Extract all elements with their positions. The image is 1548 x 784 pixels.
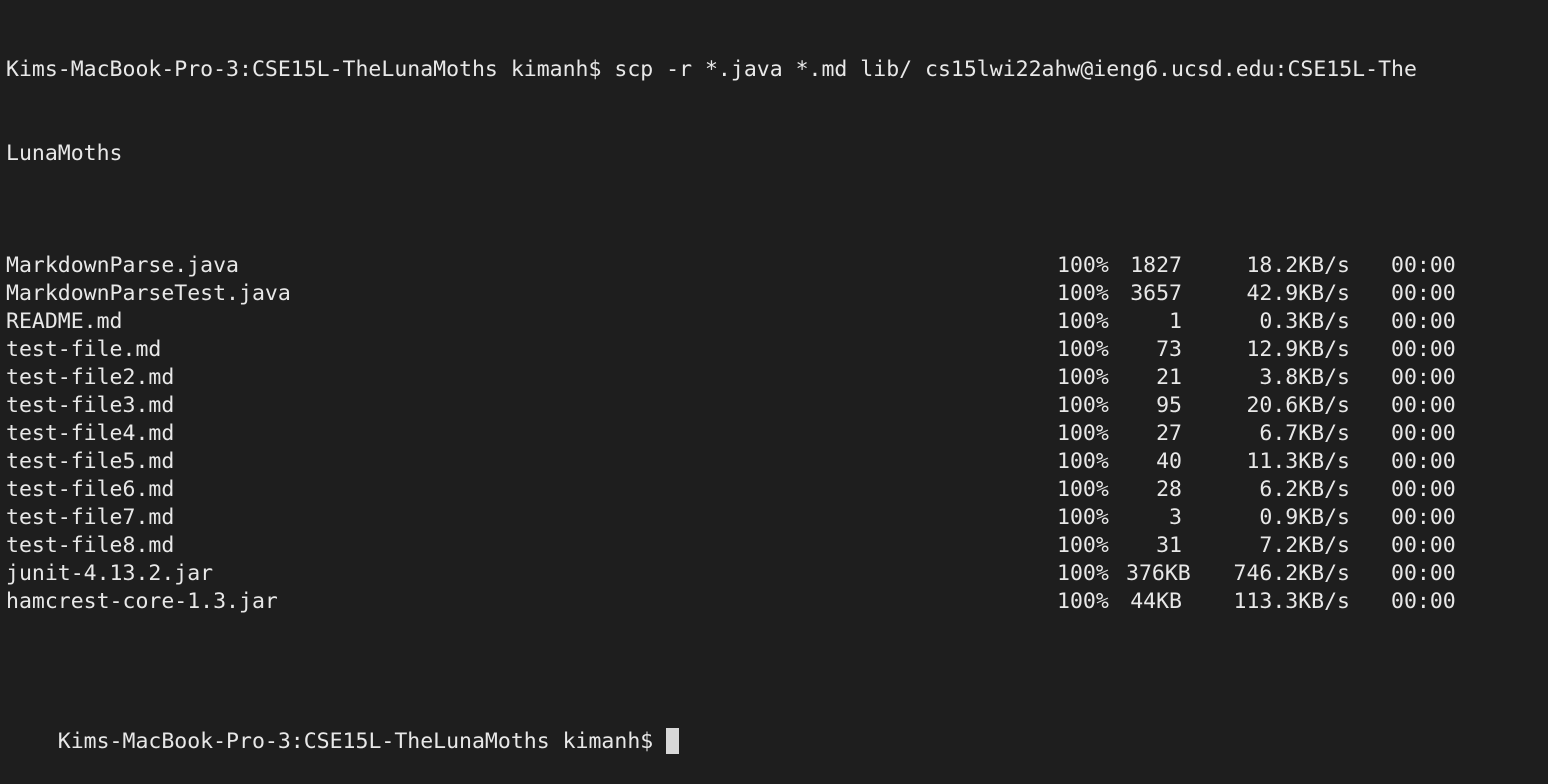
transfer-rate: 20.6KB/s bbox=[1246, 393, 1350, 418]
transfer-eta: 00:00 bbox=[1391, 393, 1456, 418]
file-size: 1 bbox=[1169, 309, 1182, 334]
transfer-percent: 100% bbox=[1057, 477, 1109, 502]
file-size: 21 bbox=[1156, 365, 1182, 390]
transfer-percent: 100% bbox=[1057, 281, 1109, 306]
transfer-row: test-file3.md 100% 95 20.6KB/s 00:00 bbox=[6, 392, 1546, 420]
file-name: MarkdownParseTest.java bbox=[6, 281, 291, 306]
transfer-rate: 3.8KB/s bbox=[1259, 365, 1350, 390]
terminal-window[interactable]: Kims-MacBook-Pro-3:CSE15L-TheLunaMoths k… bbox=[6, 0, 1546, 754]
transfer-rate: 7.2KB/s bbox=[1259, 533, 1350, 558]
transfer-percent: 100% bbox=[1057, 449, 1109, 474]
file-size: 44KB bbox=[1130, 589, 1182, 614]
file-name: test-file.md bbox=[6, 337, 162, 362]
transfer-eta: 00:00 bbox=[1391, 309, 1456, 334]
transfer-eta: 00:00 bbox=[1391, 449, 1456, 474]
transfer-row: test-file5.md 100% 40 11.3KB/s 00:00 bbox=[6, 448, 1546, 476]
file-size: 27 bbox=[1156, 421, 1182, 446]
file-size: 1827 bbox=[1130, 253, 1182, 278]
file-size: 3657 bbox=[1130, 281, 1182, 306]
transfer-percent: 100% bbox=[1057, 309, 1109, 334]
transfer-list: MarkdownParse.java 100% 1827 18.2KB/s 00:00 M… bbox=[6, 252, 1546, 616]
file-name: test-file7.md bbox=[6, 505, 175, 530]
transfer-percent: 100% bbox=[1057, 505, 1109, 530]
file-name: test-file4.md bbox=[6, 421, 175, 446]
command-line: Kims-MacBook-Pro-3:CSE15L-TheLunaMoths k… bbox=[6, 57, 1417, 82]
file-size: 376KB bbox=[1126, 561, 1191, 586]
transfer-rate: 113.3KB/s bbox=[1233, 589, 1351, 614]
file-size: 3 bbox=[1169, 505, 1182, 530]
file-name: test-file8.md bbox=[6, 533, 175, 558]
file-name: hamcrest-core-1.3.jar bbox=[6, 589, 278, 614]
transfer-eta: 00:00 bbox=[1391, 589, 1456, 614]
command-line-wrap: LunaMoths bbox=[6, 141, 123, 166]
file-name: MarkdownParse.java bbox=[6, 253, 239, 278]
transfer-percent: 100% bbox=[1057, 365, 1109, 390]
transfer-eta: 00:00 bbox=[1391, 421, 1456, 446]
file-size: 40 bbox=[1156, 449, 1182, 474]
transfer-eta: 00:00 bbox=[1391, 281, 1456, 306]
file-size: 31 bbox=[1156, 533, 1182, 558]
transfer-percent: 100% bbox=[1057, 337, 1109, 362]
file-name: test-file2.md bbox=[6, 365, 175, 390]
transfer-rate: 0.9KB/s bbox=[1259, 505, 1350, 530]
transfer-percent: 100% bbox=[1057, 533, 1109, 558]
file-size: 95 bbox=[1156, 393, 1182, 418]
transfer-rate: 11.3KB/s bbox=[1246, 449, 1350, 474]
file-name: test-file5.md bbox=[6, 449, 175, 474]
transfer-row: MarkdownParseTest.java 100% 3657 42.9KB/s 00… bbox=[6, 280, 1546, 308]
transfer-rate: 6.7KB/s bbox=[1259, 421, 1350, 446]
transfer-rate: 746.2KB/s bbox=[1233, 561, 1351, 586]
transfer-row: hamcrest-core-1.3.jar 100% 44KB 113.3KB/s 00… bbox=[6, 588, 1546, 616]
transfer-percent: 100% bbox=[1057, 589, 1109, 614]
transfer-row: test-file.md 100% 73 12.9KB/s 00:00 bbox=[6, 336, 1546, 364]
transfer-eta: 00:00 bbox=[1391, 533, 1456, 558]
shell-prompt: Kims-MacBook-Pro-3:CSE15L-TheLunaMoths k… bbox=[57, 729, 654, 754]
transfer-row: junit-4.13.2.jar 100% 376KB 746.2KB/s 00:00 bbox=[6, 560, 1546, 588]
prompt-line[interactable]: Kims-MacBook-Pro-3:CSE15L-TheLunaMoths k… bbox=[6, 700, 1546, 754]
file-name: test-file6.md bbox=[6, 477, 175, 502]
transfer-rate: 12.9KB/s bbox=[1246, 337, 1350, 362]
transfer-rate: 18.2KB/s bbox=[1246, 253, 1350, 278]
transfer-eta: 00:00 bbox=[1391, 365, 1456, 390]
transfer-row: README.md 100% 1 0.3KB/s 00:00 bbox=[6, 308, 1546, 336]
transfer-row: test-file4.md 100% 27 6.7KB/s 00:00 bbox=[6, 420, 1546, 448]
text-cursor bbox=[666, 728, 680, 754]
file-name: README.md bbox=[6, 309, 123, 334]
transfer-row: test-file7.md 100% 3 0.9KB/s 00:00 bbox=[6, 504, 1546, 532]
transfer-row: test-file2.md 100% 21 3.8KB/s 00:00 bbox=[6, 364, 1546, 392]
transfer-eta: 00:00 bbox=[1391, 337, 1456, 362]
file-size: 73 bbox=[1156, 337, 1182, 362]
transfer-eta: 00:00 bbox=[1391, 477, 1456, 502]
transfer-percent: 100% bbox=[1057, 421, 1109, 446]
transfer-rate: 42.9KB/s bbox=[1246, 281, 1350, 306]
file-name: junit-4.13.2.jar bbox=[6, 561, 214, 586]
transfer-eta: 00:00 bbox=[1391, 253, 1456, 278]
file-name: test-file3.md bbox=[6, 393, 175, 418]
transfer-row: MarkdownParse.java 100% 1827 18.2KB/s 00:00 bbox=[6, 252, 1546, 280]
transfer-percent: 100% bbox=[1057, 561, 1109, 586]
transfer-row: test-file8.md 100% 31 7.2KB/s 00:00 bbox=[6, 532, 1546, 560]
file-size: 28 bbox=[1156, 477, 1182, 502]
transfer-rate: 6.2KB/s bbox=[1259, 477, 1350, 502]
transfer-row: test-file6.md 100% 28 6.2KB/s 00:00 bbox=[6, 476, 1546, 504]
transfer-percent: 100% bbox=[1057, 393, 1109, 418]
transfer-percent: 100% bbox=[1057, 253, 1109, 278]
transfer-eta: 00:00 bbox=[1391, 561, 1456, 586]
transfer-rate: 0.3KB/s bbox=[1259, 309, 1350, 334]
transfer-eta: 00:00 bbox=[1391, 505, 1456, 530]
